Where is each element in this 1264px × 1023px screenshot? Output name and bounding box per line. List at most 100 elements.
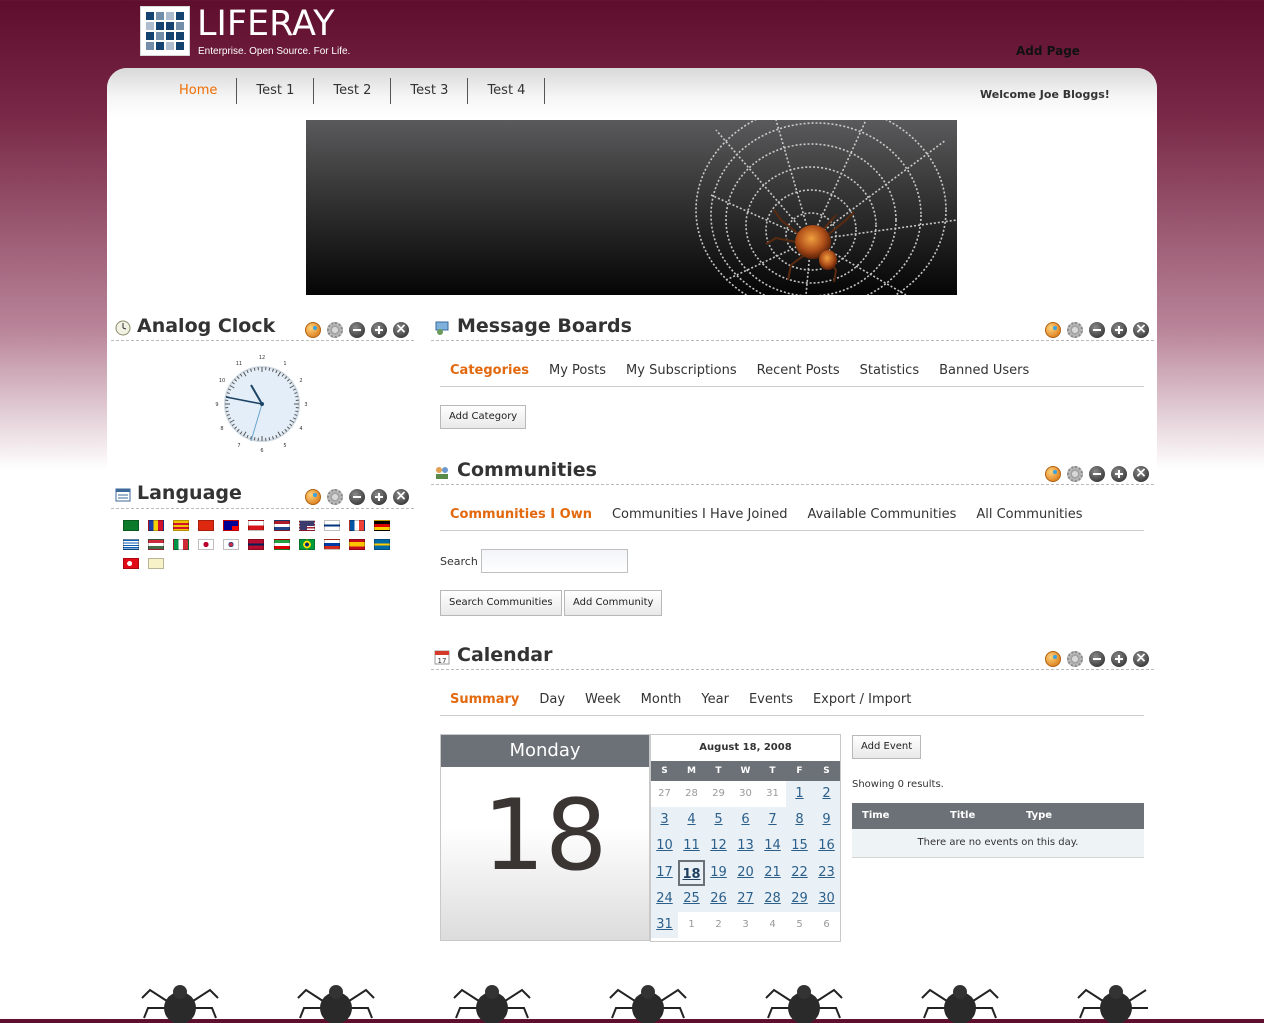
add-category-button[interactable]: Add Category [440, 405, 526, 429]
add-page-link[interactable]: Add Page [1016, 44, 1080, 58]
configuration-icon[interactable] [1067, 466, 1083, 482]
calendar-day[interactable]: 6 [732, 807, 759, 833]
close-icon[interactable] [1133, 651, 1149, 667]
flag-icon-vi-vn[interactable] [148, 558, 164, 569]
tab-day[interactable]: Day [529, 685, 575, 715]
tab-communities-i-own[interactable]: Communities I Own [440, 500, 602, 530]
calendar-day[interactable]: 5 [705, 807, 732, 833]
tab-categories[interactable]: Categories [440, 356, 539, 386]
tab-events[interactable]: Events [739, 685, 803, 715]
community-search-input[interactable] [481, 549, 628, 573]
liferay-logo[interactable]: LIFERAY Enterprise. Open Source. For Lif… [140, 6, 355, 64]
flag-icon-nl-nl[interactable] [274, 520, 290, 531]
maximize-icon[interactable] [1111, 651, 1127, 667]
column-time[interactable]: Time [852, 803, 942, 829]
add-community-button[interactable]: Add Community [564, 590, 662, 616]
maximize-icon[interactable] [1111, 466, 1127, 482]
calendar-day[interactable]: 24 [651, 886, 678, 912]
flag-icon-fa-ir[interactable] [274, 539, 290, 550]
calendar-day[interactable]: 21 [759, 860, 786, 886]
look-and-feel-icon[interactable] [305, 322, 321, 338]
nav-tab-test-3[interactable]: Test 3 [391, 78, 468, 104]
column-title[interactable]: Title [942, 803, 1018, 829]
calendar-day[interactable]: 28 [759, 886, 786, 912]
flag-icon-hu-hu[interactable] [148, 539, 164, 550]
nav-tab-home[interactable]: Home [160, 78, 237, 104]
flag-icon-ru-ru[interactable] [324, 539, 340, 550]
calendar-day[interactable]: 22 [786, 860, 813, 886]
minimize-icon[interactable] [1089, 651, 1105, 667]
tab-available-communities[interactable]: Available Communities [797, 500, 966, 530]
tab-week[interactable]: Week [575, 685, 631, 715]
calendar-day[interactable]: 7 [759, 807, 786, 833]
minimize-icon[interactable] [1089, 322, 1105, 338]
calendar-day[interactable]: 8 [786, 807, 813, 833]
flag-icon-ar-sa[interactable] [123, 520, 139, 531]
nav-tab-test-2[interactable]: Test 2 [314, 78, 391, 104]
look-and-feel-icon[interactable] [305, 489, 321, 505]
tab-all-communities[interactable]: All Communities [966, 500, 1092, 530]
flag-icon-zh-cn[interactable] [198, 520, 214, 531]
tab-banned-users[interactable]: Banned Users [929, 356, 1039, 386]
configuration-icon[interactable] [327, 322, 343, 338]
flag-icon-it-it[interactable] [173, 539, 189, 550]
calendar-day[interactable]: 13 [732, 833, 759, 859]
minimize-icon[interactable] [349, 322, 365, 338]
calendar-day[interactable]: 29 [786, 886, 813, 912]
flag-icon-es-es[interactable] [349, 539, 365, 550]
maximize-icon[interactable] [371, 489, 387, 505]
calendar-day[interactable]: 1 [786, 781, 813, 807]
calendar-day[interactable]: 11 [678, 833, 705, 859]
look-and-feel-icon[interactable] [1045, 322, 1061, 338]
tab-export-import[interactable]: Export / Import [803, 685, 921, 715]
calendar-day[interactable]: 15 [786, 833, 813, 859]
search-communities-button[interactable]: Search Communities [440, 590, 562, 616]
close-icon[interactable] [393, 322, 409, 338]
maximize-icon[interactable] [1111, 322, 1127, 338]
minimize-icon[interactable] [1089, 466, 1105, 482]
calendar-day[interactable]: 9 [813, 807, 840, 833]
calendar-day[interactable]: 10 [651, 833, 678, 859]
column-type[interactable]: Type [1018, 803, 1106, 829]
close-icon[interactable] [1133, 322, 1149, 338]
tab-communities-i-have-joined[interactable]: Communities I Have Joined [602, 500, 797, 530]
calendar-day[interactable]: 4 [678, 807, 705, 833]
nav-tab-test-4[interactable]: Test 4 [468, 78, 545, 104]
add-event-button[interactable]: Add Event [852, 735, 921, 759]
flag-icon-fi-fi[interactable] [324, 520, 340, 531]
flag-icon-en-us[interactable] [299, 520, 315, 531]
nav-tab-test-1[interactable]: Test 1 [237, 78, 314, 104]
calendar-day[interactable]: 19 [705, 860, 732, 886]
calendar-day[interactable]: 14 [759, 833, 786, 859]
tab-my-subscriptions[interactable]: My Subscriptions [616, 356, 747, 386]
flag-icon-ko-kr[interactable] [223, 539, 239, 550]
flag-icon-sv-se[interactable] [374, 539, 390, 550]
calendar-day-today[interactable]: 18 [678, 860, 705, 886]
calendar-day[interactable]: 20 [732, 860, 759, 886]
flag-icon-ca-es[interactable] [173, 520, 189, 531]
close-icon[interactable] [393, 489, 409, 505]
configuration-icon[interactable] [327, 489, 343, 505]
configuration-icon[interactable] [1067, 322, 1083, 338]
tab-recent-posts[interactable]: Recent Posts [747, 356, 850, 386]
look-and-feel-icon[interactable] [1045, 466, 1061, 482]
calendar-day[interactable]: 17 [651, 860, 678, 886]
flag-icon-el-gr[interactable] [123, 539, 139, 550]
calendar-day[interactable]: 3 [651, 807, 678, 833]
configuration-icon[interactable] [1067, 651, 1083, 667]
tab-month[interactable]: Month [631, 685, 692, 715]
calendar-day[interactable]: 25 [678, 886, 705, 912]
flag-icon-zh-tw[interactable] [223, 520, 239, 531]
calendar-day[interactable]: 30 [813, 886, 840, 912]
flag-icon-de-de[interactable] [374, 520, 390, 531]
flag-icon-tr-tr[interactable] [123, 558, 139, 569]
calendar-day[interactable]: 31 [651, 912, 678, 938]
tab-statistics[interactable]: Statistics [850, 356, 929, 386]
tab-summary[interactable]: Summary [440, 685, 529, 715]
minimize-icon[interactable] [349, 489, 365, 505]
calendar-day[interactable]: 16 [813, 833, 840, 859]
calendar-day[interactable]: 2 [813, 781, 840, 807]
flag-icon-ca-ad[interactable] [148, 520, 164, 531]
calendar-day[interactable]: 26 [705, 886, 732, 912]
flag-icon-fr-fr[interactable] [349, 520, 365, 531]
